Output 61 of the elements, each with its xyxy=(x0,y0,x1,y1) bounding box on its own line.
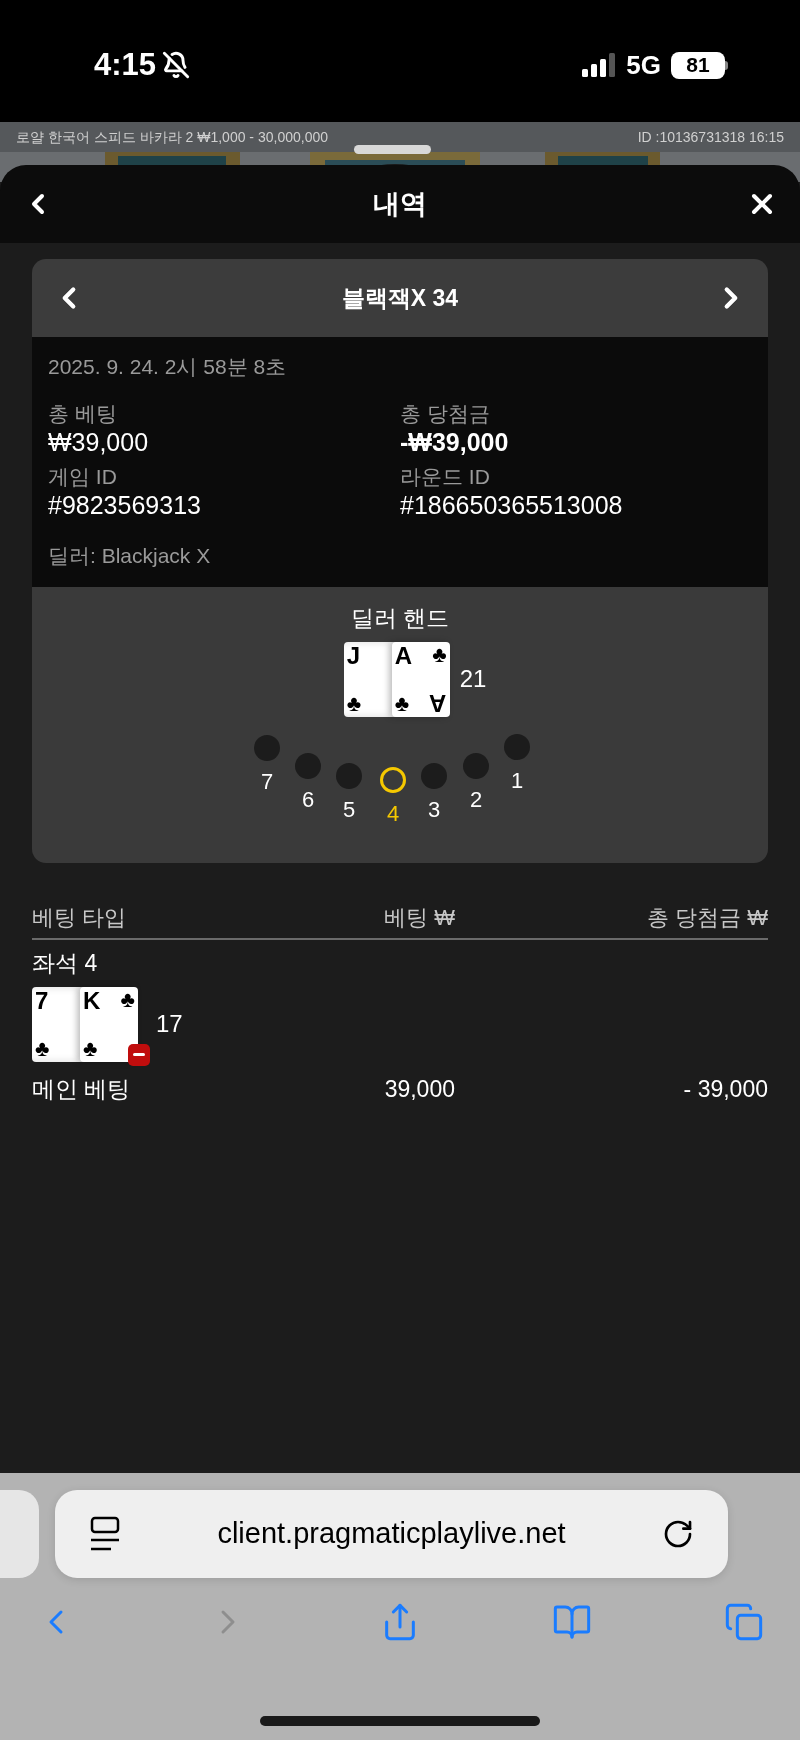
seat-number: 7 xyxy=(260,767,274,796)
card-rank: A xyxy=(429,690,447,715)
bet-type-cell-text: 메인 베팅 xyxy=(32,1074,132,1104)
card-rank: J xyxy=(346,643,360,668)
field-label: 라운드 ID xyxy=(400,464,491,490)
field-label: 게임 ID xyxy=(48,464,118,490)
seat-number: 2 xyxy=(469,785,483,814)
column-header: 베팅 타입 xyxy=(32,904,128,932)
club-suit: ♣ xyxy=(432,643,447,666)
reader-icon[interactable] xyxy=(89,1516,121,1552)
seat-marker[interactable] xyxy=(463,752,489,779)
tabs-icon xyxy=(724,1602,764,1642)
round-date: 2025. 9. 24. 2시 58분 8초 xyxy=(48,354,288,380)
sheet-title: 내역 xyxy=(373,187,427,221)
card-rank: A xyxy=(394,643,412,668)
seat-marker[interactable] xyxy=(421,762,447,789)
seat-number: 4 xyxy=(386,799,400,828)
club-suit: ♣ xyxy=(394,692,410,715)
round-title: 블랙잭X 34 xyxy=(341,283,459,313)
field-value: #9823569313 xyxy=(48,490,202,522)
hand-total: 17 xyxy=(156,1009,183,1039)
seat-marker[interactable] xyxy=(380,766,406,793)
seat-marker[interactable] xyxy=(295,752,321,779)
table-id: ID :10136731318 16:15 xyxy=(637,128,784,147)
drag-handle[interactable] xyxy=(354,145,431,154)
seat-marker[interactable] xyxy=(504,733,530,760)
club-suit: ♣ xyxy=(35,1037,50,1060)
field-label: 총 베팅 xyxy=(48,400,118,427)
field-label: 총 당첨금 xyxy=(400,400,491,427)
hand-total: 21 xyxy=(459,664,487,694)
network-label: 5G xyxy=(626,48,661,82)
dealer-hand-title: 딜러 핸드 xyxy=(350,604,450,633)
status-time: 4:15 xyxy=(94,45,157,84)
club-suit: ♣ xyxy=(120,988,135,1011)
silent-bell-icon xyxy=(162,51,191,79)
column-header: 총 당첨금 ₩ xyxy=(646,904,768,932)
url-text: client.pragmaticplaylive.net xyxy=(217,1516,566,1552)
battery-indicator: 81 xyxy=(671,51,728,79)
win-amount-cell-text: - 39,000 xyxy=(682,1074,768,1104)
dealer-name: 딜러: Blackjack X xyxy=(48,542,212,569)
seat-number: 6 xyxy=(301,785,315,814)
seat-number: 5 xyxy=(342,795,356,824)
seat-marker[interactable] xyxy=(254,734,280,761)
seat-number: 1 xyxy=(510,766,524,795)
address-bar[interactable]: client.pragmaticplaylive.net xyxy=(55,1490,728,1578)
seat-number: 3 xyxy=(427,795,441,824)
seat-label: 좌석 4 xyxy=(32,949,99,978)
field-value: ₩39,000 xyxy=(48,426,150,458)
card-rank: 7 xyxy=(35,988,49,1013)
card-rank: K xyxy=(83,988,101,1013)
table-title: 로얄 한국어 스피드 바카라 2 ₩1,000 - 30,000,000 xyxy=(16,128,328,147)
club-suit: ♣ xyxy=(346,692,362,715)
previous-tab[interactable] xyxy=(0,1490,39,1578)
column-header: 베팅 ₩ xyxy=(383,904,455,932)
field-value: #186650365513008 xyxy=(400,490,624,522)
signal-icon xyxy=(582,53,617,77)
seat-marker[interactable] xyxy=(336,762,362,789)
field-value: -₩39,000 xyxy=(400,426,510,458)
bet-amount-cell-text: 39,000 xyxy=(383,1074,455,1104)
reload-icon[interactable] xyxy=(662,1518,694,1550)
club-suit: ♣ xyxy=(83,1037,98,1060)
